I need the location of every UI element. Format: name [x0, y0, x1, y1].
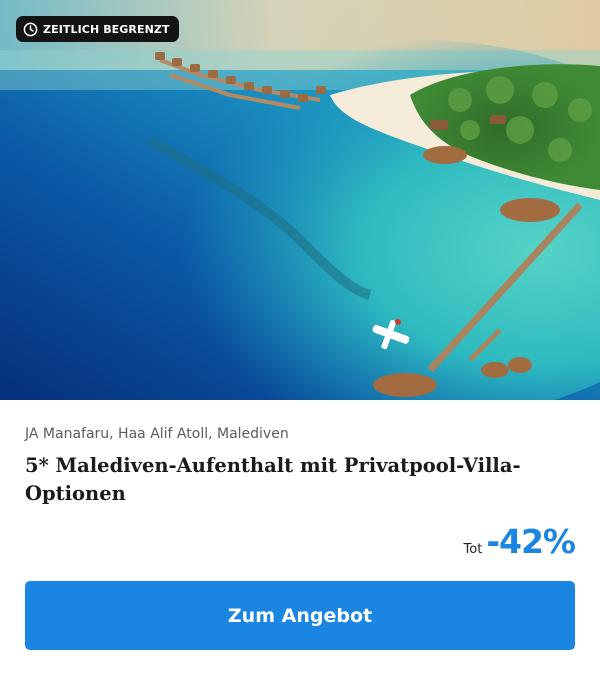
discount-value: -42%	[486, 522, 576, 561]
price-prefix: Tot	[463, 542, 483, 557]
price-block: Tot -42%	[463, 522, 576, 561]
badge-label: ZEITLICH BEGRENZT	[43, 22, 170, 36]
limited-time-badge: ZEITLICH BEGRENZT	[16, 16, 179, 42]
offer-title[interactable]: 5* Malediven-Aufenthalt mit Privatpool-V…	[25, 452, 575, 508]
offer-location: JA Manafaru, Haa Alif Atoll, Malediven	[25, 426, 289, 442]
hero-image[interactable]: ZEITLICH BEGRENZT	[0, 0, 600, 400]
resort-aerial-photo	[0, 0, 600, 400]
clock-icon	[23, 22, 38, 36]
view-offer-button[interactable]: Zum Angebot	[25, 581, 575, 650]
offer-card[interactable]: ZEITLICH BEGRENZT JA Manafaru, Haa Alif …	[0, 0, 600, 676]
